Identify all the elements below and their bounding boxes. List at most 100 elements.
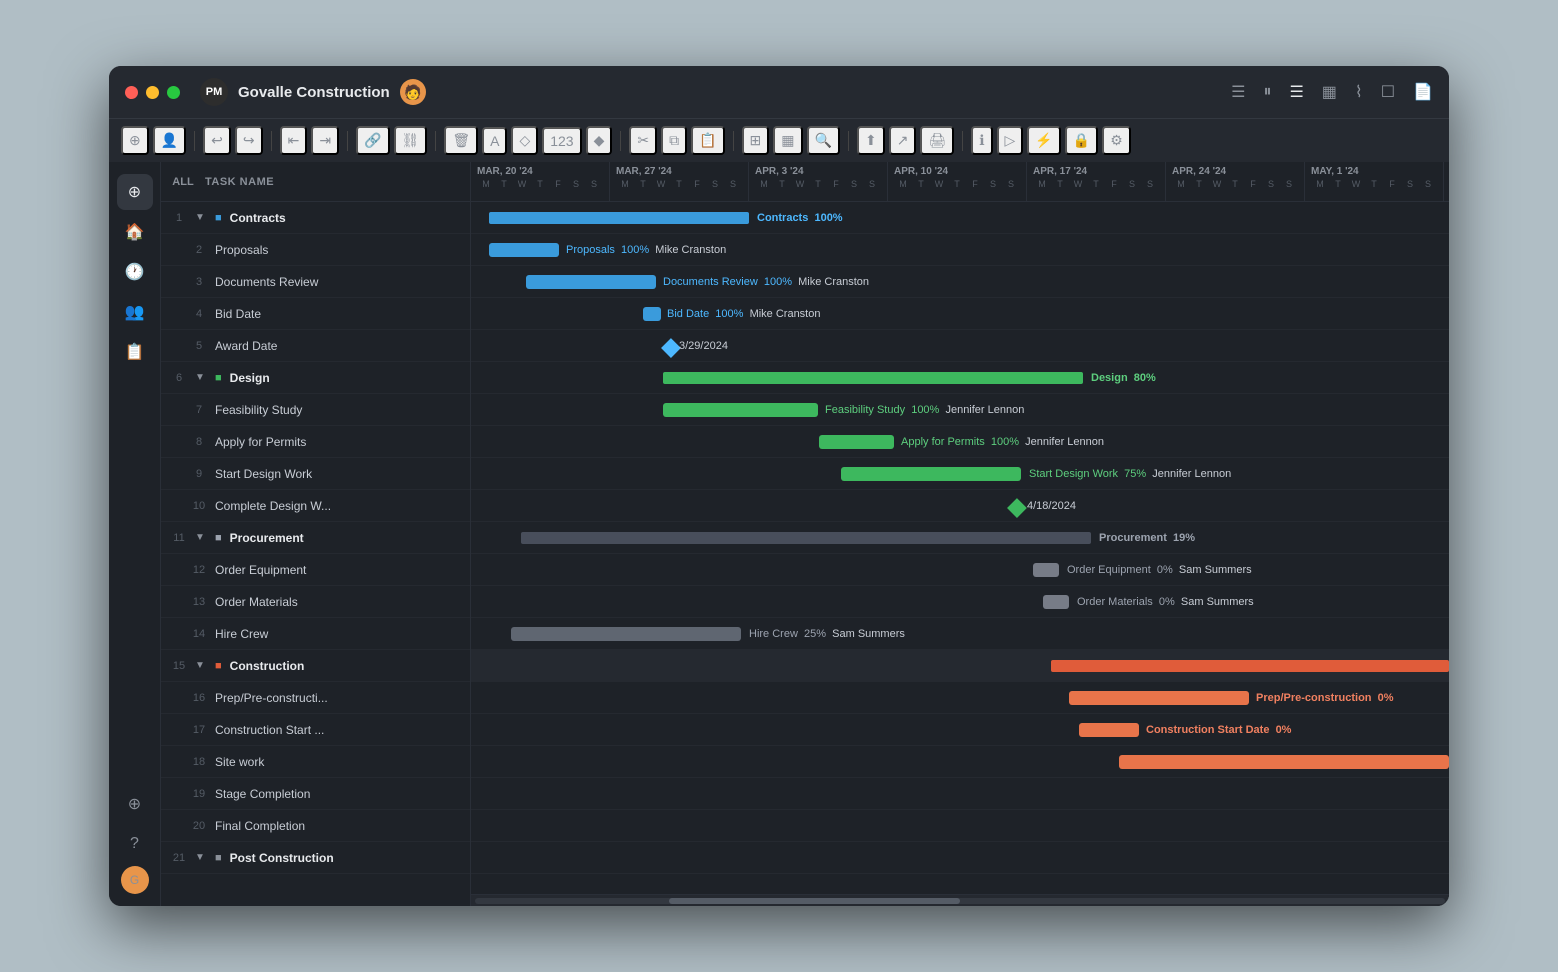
gantt-scrollbar[interactable] (471, 894, 1449, 906)
number-button[interactable]: 123 (542, 127, 581, 155)
bar-orderequip[interactable] (1033, 563, 1059, 577)
sidebar-tasks-icon[interactable]: 📋 (117, 334, 153, 370)
minimize-button[interactable] (146, 86, 159, 99)
bar-feasibility[interactable] (663, 403, 818, 417)
bar-prep[interactable] (1069, 691, 1249, 705)
table-btn[interactable]: ▦ (773, 126, 802, 155)
add-button[interactable]: ⊕ (121, 126, 149, 155)
task-row[interactable]: 21 ▼ ■ Post Construction (161, 842, 470, 874)
task-name: Prep/Pre-constructi... (215, 691, 462, 705)
task-name: Award Date (215, 339, 462, 353)
unlink-button[interactable]: ⛓ (394, 126, 428, 155)
indent-button[interactable]: ⇤ (280, 126, 308, 155)
share-button[interactable]: ↗ (889, 126, 917, 155)
sidebar-team-icon[interactable]: 👥 (117, 294, 153, 330)
task-row[interactable]: 10 Complete Design W... (161, 490, 470, 522)
task-row[interactable]: 9 Start Design Work (161, 458, 470, 490)
bar-permits[interactable] (819, 435, 894, 449)
expand-icon[interactable]: ▼ (195, 852, 209, 863)
bar-bid[interactable] (643, 307, 661, 321)
task-row[interactable]: 13 Order Materials (161, 586, 470, 618)
task-row[interactable]: 8 Apply for Permits (161, 426, 470, 458)
bar-ordermats[interactable] (1043, 595, 1069, 609)
menu-icon[interactable]: ☰ (1231, 82, 1245, 102)
table-icon[interactable]: ▦ (1322, 82, 1337, 102)
task-row[interactable]: 3 Documents Review (161, 266, 470, 298)
redo-button[interactable]: ↪ (235, 126, 263, 155)
bar-docs[interactable] (526, 275, 656, 289)
bar-startdesign[interactable] (841, 467, 1021, 481)
sidebar-home-icon[interactable]: ⊕ (117, 174, 153, 210)
shape-button[interactable]: ◇ (511, 126, 538, 155)
week-days: MTWTFSS (1172, 179, 1298, 189)
cut-button[interactable]: ✂ (629, 126, 657, 155)
copy-button[interactable]: ⧉ (661, 126, 687, 155)
task-row[interactable]: 7 Feasibility Study (161, 394, 470, 426)
text-button[interactable]: A (482, 127, 507, 155)
grid-button[interactable]: ⊞ (742, 126, 770, 155)
link-button[interactable]: 🔗 (356, 126, 389, 155)
outdent-button[interactable]: ⇥ (311, 126, 339, 155)
filter-arrow-button[interactable]: ▷ (997, 126, 1024, 155)
sidebar-recent-icon[interactable]: 🕐 (117, 254, 153, 290)
maximize-button[interactable] (167, 86, 180, 99)
bar-design[interactable] (663, 372, 1083, 384)
row-number: 15 (169, 660, 189, 672)
task-row[interactable]: 14 Hire Crew (161, 618, 470, 650)
task-row[interactable]: 2 Proposals (161, 234, 470, 266)
bar-label-contracts: Contracts 100% (757, 212, 843, 224)
task-row[interactable]: 15 ▼ ■ Construction (161, 650, 470, 682)
task-row[interactable]: 18 Site work (161, 746, 470, 778)
task-row[interactable]: 19 Stage Completion (161, 778, 470, 810)
sidebar-projects-icon[interactable]: 🏠 (117, 214, 153, 250)
task-name: Design (230, 371, 462, 385)
doc-icon[interactable]: 📄 (1413, 82, 1433, 102)
scrollbar-thumb[interactable] (669, 898, 960, 904)
task-row[interactable]: 1 ▼ ■ Contracts (161, 202, 470, 234)
export-button[interactable]: ⬆ (857, 126, 885, 155)
bar-procurement[interactable] (521, 532, 1091, 544)
undo-button[interactable]: ↩ (203, 126, 231, 155)
chart-icon[interactable]: ⏸ (1263, 83, 1271, 101)
task-row[interactable]: 4 Bid Date (161, 298, 470, 330)
info-button[interactable]: ℹ (971, 126, 992, 155)
task-name: Documents Review (215, 275, 462, 289)
sidebar-add-icon[interactable]: ⊕ (117, 786, 153, 822)
settings-button[interactable]: ⚙ (1102, 126, 1131, 155)
delete-button[interactable]: 🗑 (444, 126, 478, 155)
lock-button[interactable]: 🔒 (1065, 126, 1098, 155)
task-row[interactable]: 17 Construction Start ... (161, 714, 470, 746)
sidebar-user-icon[interactable]: G (121, 866, 149, 894)
close-button[interactable] (125, 86, 138, 99)
expand-icon[interactable]: ▼ (195, 372, 209, 383)
expand-icon[interactable]: ▼ (195, 212, 209, 223)
sidebar-help-icon[interactable]: ? (117, 826, 153, 862)
expand-icon[interactable]: ▼ (195, 660, 209, 671)
diamond-award[interactable] (661, 338, 681, 358)
gantt-icon[interactable]: ☰ (1289, 82, 1303, 102)
zoom-button[interactable]: 🔍 (807, 126, 840, 155)
task-row[interactable]: 20 Final Completion (161, 810, 470, 842)
bar-conststart[interactable] (1079, 723, 1139, 737)
task-name: Contracts (230, 211, 462, 225)
bar-sitework[interactable] (1119, 755, 1449, 769)
calendar-icon[interactable]: ☐ (1381, 82, 1395, 102)
task-row[interactable]: 5 Award Date (161, 330, 470, 362)
task-row[interactable]: 6 ▼ ■ Design (161, 362, 470, 394)
filter-button[interactable]: ⚡ (1027, 126, 1060, 155)
bar-proposals[interactable] (489, 243, 559, 257)
bar-hirecrew[interactable] (511, 627, 741, 641)
timeline-icon[interactable]: ⌇ (1355, 82, 1363, 102)
task-row[interactable]: 16 Prep/Pre-constructi... (161, 682, 470, 714)
expand-icon[interactable]: ▼ (195, 532, 209, 543)
bar-contracts[interactable] (489, 212, 749, 224)
bar-construction[interactable] (1051, 660, 1449, 672)
paste-button[interactable]: 📋 (691, 126, 724, 155)
diamond-button[interactable]: ◆ (586, 126, 613, 155)
diamond-complete[interactable] (1007, 498, 1027, 518)
user-button[interactable]: 👤 (153, 126, 186, 155)
task-row[interactable]: 11 ▼ ■ Procurement (161, 522, 470, 554)
task-name: Hire Crew (215, 627, 462, 641)
task-row[interactable]: 12 Order Equipment (161, 554, 470, 586)
print-button[interactable]: 🖨 (920, 126, 954, 155)
